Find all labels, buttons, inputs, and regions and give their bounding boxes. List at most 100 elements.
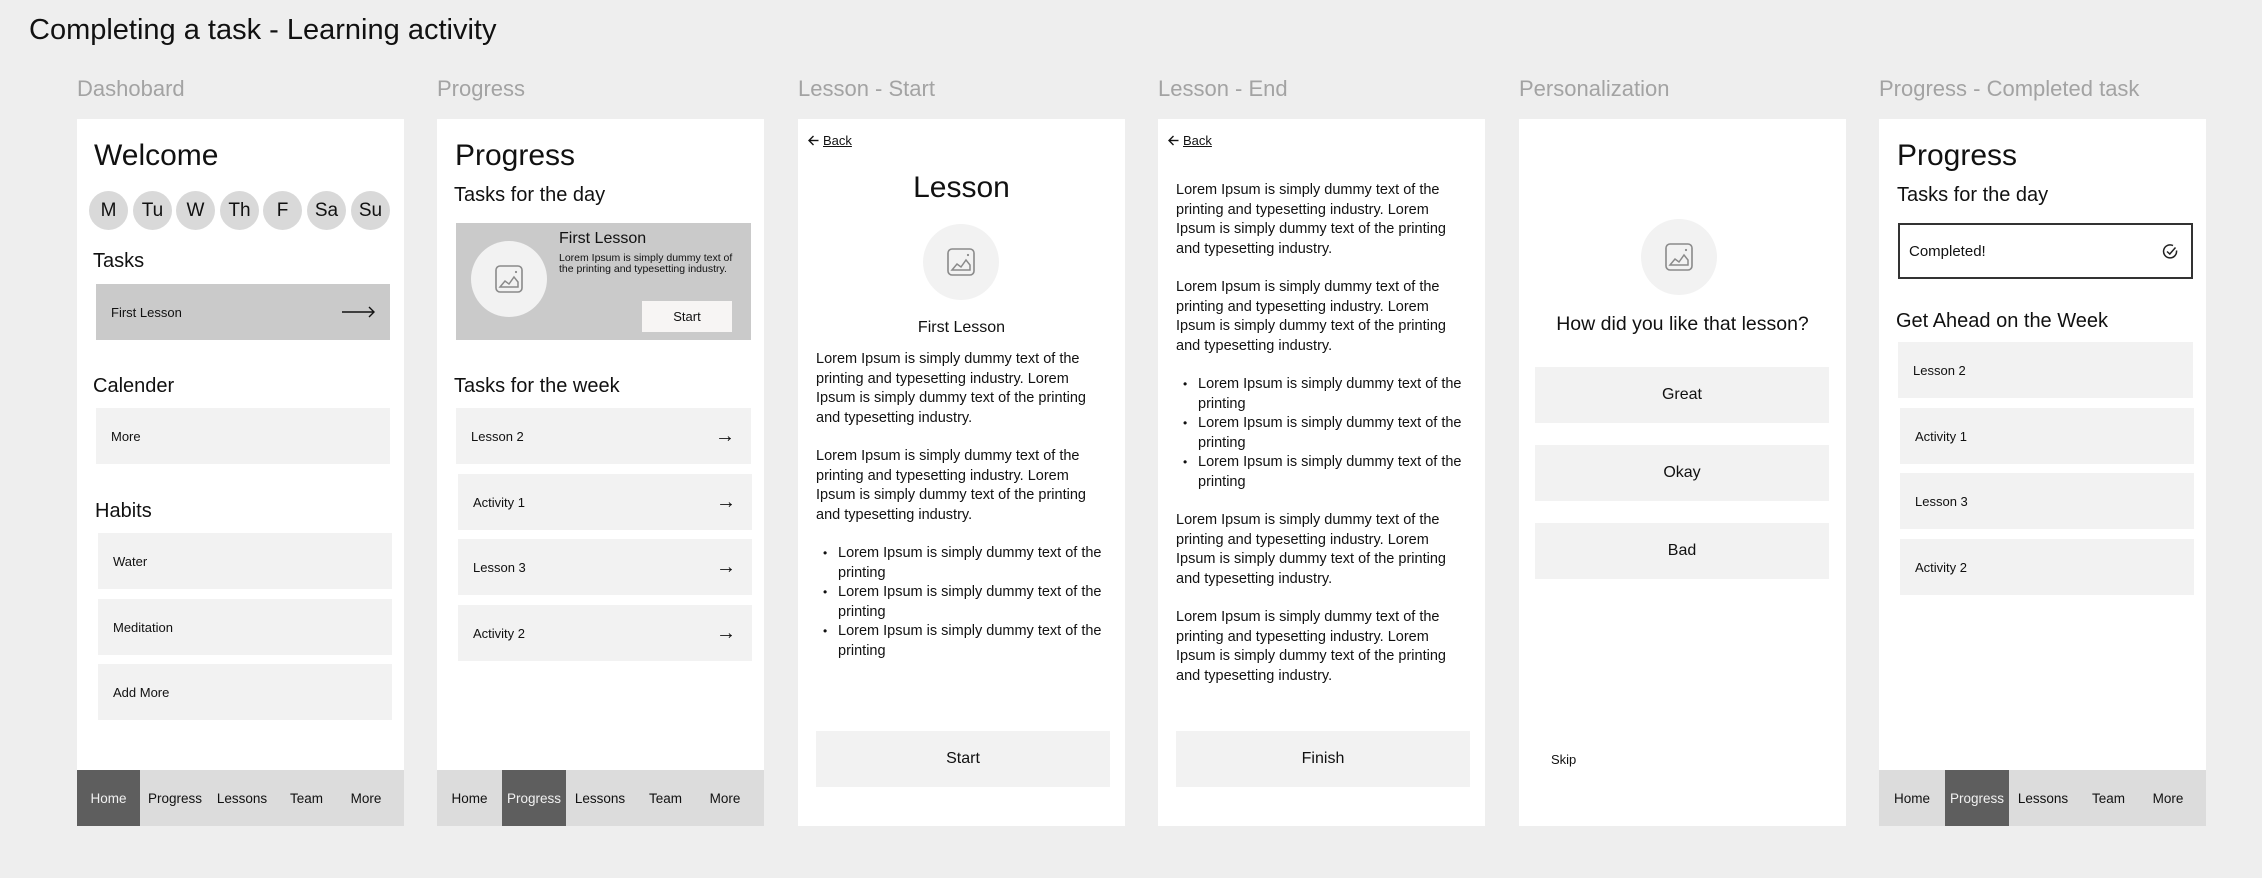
lesson-subtitle: First Lesson — [917, 319, 1006, 336]
nav-lessons[interactable]: Lessons — [210, 770, 274, 826]
calendar-more-item[interactable]: More — [96, 408, 390, 464]
week-task-label: Lesson 3 — [1915, 493, 1968, 509]
progress-title: Progress — [455, 139, 576, 172]
rating-bad-button[interactable]: Bad — [1535, 523, 1829, 579]
nav-home[interactable]: Home — [437, 770, 502, 826]
week-task-label: Lesson 3 — [473, 559, 526, 575]
lesson-bullet: Lorem Ipsum is simply dummy text of the … — [816, 622, 1106, 661]
lesson-bullet: Lorem Ipsum is simply dummy text of the … — [1176, 453, 1466, 492]
task-first-lesson[interactable]: First Lesson — [96, 284, 390, 340]
lesson-bullet: Lorem Ipsum is simply dummy text of the … — [1176, 375, 1466, 414]
frame-label-personalization: Personalization — [1519, 76, 1670, 101]
back-link[interactable]: Back — [808, 133, 852, 148]
featured-lesson-description: Lorem Ipsum is simply dummy text of the … — [559, 252, 733, 275]
arrow-left-icon — [1168, 135, 1179, 146]
day-tuesday[interactable]: Tu — [133, 191, 172, 230]
day-wednesday[interactable]: W — [176, 191, 215, 230]
nav-lessons[interactable]: Lessons — [2009, 770, 2077, 826]
week-task-item[interactable]: Lesson 2 — [1898, 342, 2193, 398]
progress-completed-screen: Progress Tasks for the day Completed! Ge… — [1879, 119, 2206, 826]
featured-lesson-title: First Lesson — [559, 230, 647, 247]
progress-screen: Progress Tasks for the day First Lesson … — [437, 119, 764, 826]
back-label: Back — [1183, 133, 1212, 148]
arrow-right-icon: → — [715, 425, 735, 447]
completed-label: Completed! — [1909, 242, 1986, 260]
week-tasks-heading: Tasks for the week — [454, 375, 620, 397]
finish-button[interactable]: Finish — [1176, 731, 1470, 787]
week-task-item[interactable]: Activity 2 — [1900, 539, 2194, 595]
habit-item[interactable]: Meditation — [98, 599, 392, 655]
bottom-nav: Home Progress Lessons Team More — [437, 770, 764, 826]
lesson-bullet-list: Lorem Ipsum is simply dummy text of the … — [816, 544, 1106, 661]
nav-progress[interactable]: Progress — [502, 770, 566, 826]
dashboard-screen: Welcome M Tu W Th F Sa Su Tasks First Le… — [77, 119, 404, 826]
day-sunday[interactable]: Su — [351, 191, 390, 230]
completed-task-card[interactable]: Completed! — [1898, 223, 2193, 279]
get-ahead-heading: Get Ahead on the Week — [1896, 310, 2109, 332]
nav-home[interactable]: Home — [1879, 770, 1945, 826]
nav-more[interactable]: More — [2140, 770, 2196, 826]
nav-team[interactable]: Team — [274, 770, 339, 826]
lesson-title: Lesson — [913, 171, 1010, 204]
back-link[interactable]: Back — [1168, 133, 1212, 148]
long-arrow-right-icon — [342, 302, 376, 322]
frame-label-progress-completed: Progress - Completed task — [1879, 76, 2140, 101]
arrow-right-icon: → — [716, 491, 736, 513]
day-thursday[interactable]: Th — [220, 191, 259, 230]
lesson-bullet: Lorem Ipsum is simply dummy text of the … — [816, 544, 1106, 583]
week-task-label: Lesson 2 — [1913, 362, 1966, 378]
habit-label: Add More — [113, 684, 170, 700]
lesson-paragraph: Lorem Ipsum is simply dummy text of the … — [1176, 279, 1446, 354]
add-more-habit-button[interactable]: Add More — [98, 664, 392, 720]
habit-item[interactable]: Water — [98, 533, 392, 589]
week-task-label: Activity 1 — [1915, 428, 1968, 444]
lesson-start-screen: Back Lesson First Lesson Lorem Ipsum is … — [798, 119, 1125, 826]
rating-okay-button[interactable]: Okay — [1535, 445, 1829, 501]
nav-progress[interactable]: Progress — [1945, 770, 2009, 826]
nav-more[interactable]: More — [339, 770, 393, 826]
calendar-heading: Calender — [93, 375, 175, 397]
nav-home[interactable]: Home — [77, 770, 140, 826]
frame-label-progress: Progress — [437, 76, 526, 101]
nav-team[interactable]: Team — [634, 770, 697, 826]
day-monday[interactable]: M — [89, 191, 128, 230]
nav-progress[interactable]: Progress — [140, 770, 210, 826]
lesson-thumbnail — [923, 224, 999, 300]
nav-more[interactable]: More — [697, 770, 753, 826]
week-task-item[interactable]: Activity 2 → — [458, 605, 752, 661]
week-task-item[interactable]: Lesson 3 → — [458, 539, 752, 595]
check-circle-icon — [2162, 244, 2178, 259]
week-task-item[interactable]: Activity 1 — [1900, 408, 2194, 464]
image-placeholder-icon — [947, 248, 975, 276]
week-task-label: Activity 2 — [473, 625, 526, 641]
skip-link[interactable]: Skip — [1551, 752, 1576, 767]
lesson-bullet: Lorem Ipsum is simply dummy text of the … — [1176, 414, 1466, 453]
habit-label: Water — [113, 553, 148, 569]
day-saturday[interactable]: Sa — [307, 191, 346, 230]
week-task-item[interactable]: Activity 1 → — [458, 474, 752, 530]
week-task-item[interactable]: Lesson 3 — [1900, 473, 2194, 529]
nav-team[interactable]: Team — [2077, 770, 2140, 826]
week-task-item[interactable]: Lesson 2 → — [456, 408, 751, 464]
start-button[interactable]: Start — [816, 731, 1110, 787]
week-task-label: Activity 1 — [473, 494, 526, 510]
week-task-label: Lesson 2 — [471, 428, 524, 444]
lesson-bullet: Lorem Ipsum is simply dummy text of the … — [816, 583, 1106, 622]
lesson-end-screen: Back Lorem Ipsum is simply dummy text of… — [1158, 119, 1485, 826]
back-label: Back — [823, 133, 852, 148]
progress-title: Progress — [1897, 139, 2018, 172]
start-lesson-button[interactable]: Start — [642, 301, 732, 332]
day-tasks-heading: Tasks for the day — [454, 184, 606, 206]
lesson-paragraph: Lorem Ipsum is simply dummy text of the … — [1176, 512, 1446, 587]
lesson-thumbnail — [1641, 219, 1717, 295]
lesson-content: Lorem Ipsum is simply dummy text of the … — [816, 350, 1106, 661]
featured-lesson-card[interactable]: First Lesson Lorem Ipsum is simply dummy… — [456, 223, 751, 340]
page-title: Completing a task - Learning activity — [29, 14, 497, 46]
day-friday[interactable]: F — [263, 191, 302, 230]
bottom-nav: Home Progress Lessons Team More — [77, 770, 404, 826]
lesson-paragraph: Lorem Ipsum is simply dummy text of the … — [1176, 609, 1446, 684]
nav-lessons[interactable]: Lessons — [566, 770, 634, 826]
rating-great-button[interactable]: Great — [1535, 367, 1829, 423]
lesson-paragraph: Lorem Ipsum is simply dummy text of the … — [816, 448, 1086, 523]
frame-label-dashboard: Dashobard — [77, 76, 185, 101]
